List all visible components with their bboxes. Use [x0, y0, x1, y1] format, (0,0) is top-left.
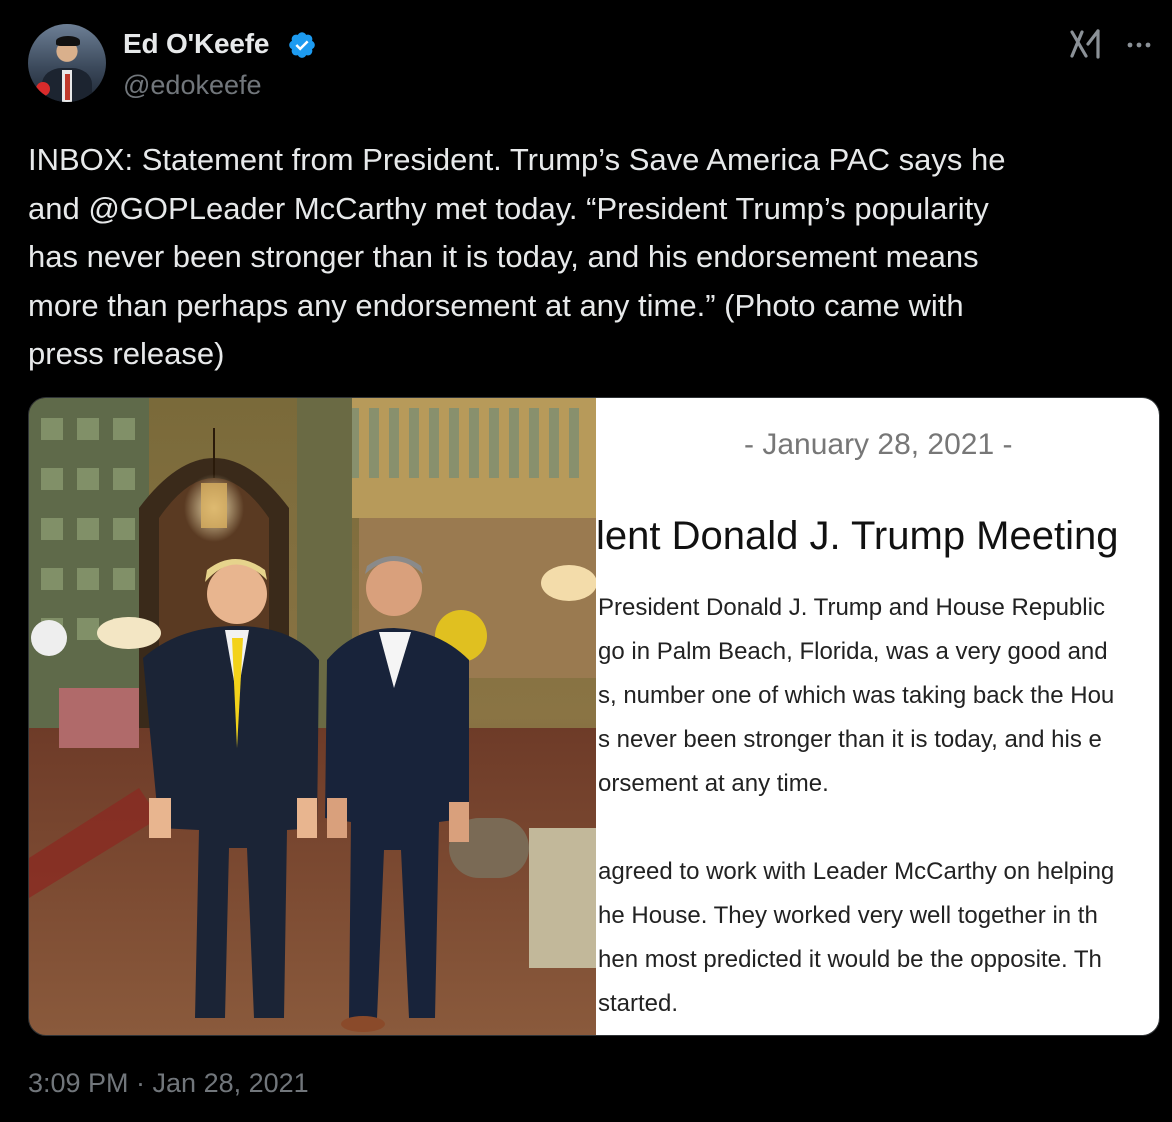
verified-badge-icon: [289, 32, 315, 58]
release-line: he House. They worked very well together…: [598, 902, 1098, 929]
avatar-microphone: [36, 82, 50, 96]
more-options-icon[interactable]: [1124, 30, 1154, 60]
release-line: started.: [598, 990, 679, 1017]
photo-icon[interactable]: [29, 398, 596, 1035]
author-handle[interactable]: @edokeefe: [123, 70, 262, 101]
media-container[interactable]: - January 28, 2021 - lent Donald J. Trum…: [28, 397, 1160, 1036]
press-release-image: - January 28, 2021 - lent Donald J. Trum…: [596, 398, 1159, 1035]
author-name[interactable]: Ed O'Keefe: [123, 28, 269, 60]
release-date: - January 28, 2021 -: [744, 428, 1013, 461]
tweet-timestamp[interactable]: 3:09 PM · Jan 28, 2021: [28, 1068, 309, 1099]
release-line: orsement at any time.: [598, 770, 829, 797]
avatar-tie: [65, 74, 70, 100]
tweet-card: Ed O'Keefe @edokeefe INBOX: Statement fr…: [0, 0, 1172, 1122]
grok-icon[interactable]: [1068, 28, 1104, 60]
release-line: s never been stronger than it is today, …: [598, 726, 1102, 753]
avatar[interactable]: [28, 24, 106, 102]
tweet-text: INBOX: Statement from President. Trump’s…: [28, 142, 1006, 371]
release-line: go in Palm Beach, Florida, was a very go…: [598, 638, 1108, 665]
release-headline: lent Donald J. Trump Meeting: [596, 514, 1119, 558]
avatar-hair: [56, 36, 80, 46]
release-line: s, number one of which was taking back t…: [598, 682, 1115, 709]
release-line: President Donald J. Trump and House Repu…: [598, 594, 1105, 621]
release-line: hen most predicted it would be the oppos…: [598, 946, 1102, 973]
release-line: agreed to work with Leader McCarthy on h…: [598, 858, 1115, 885]
